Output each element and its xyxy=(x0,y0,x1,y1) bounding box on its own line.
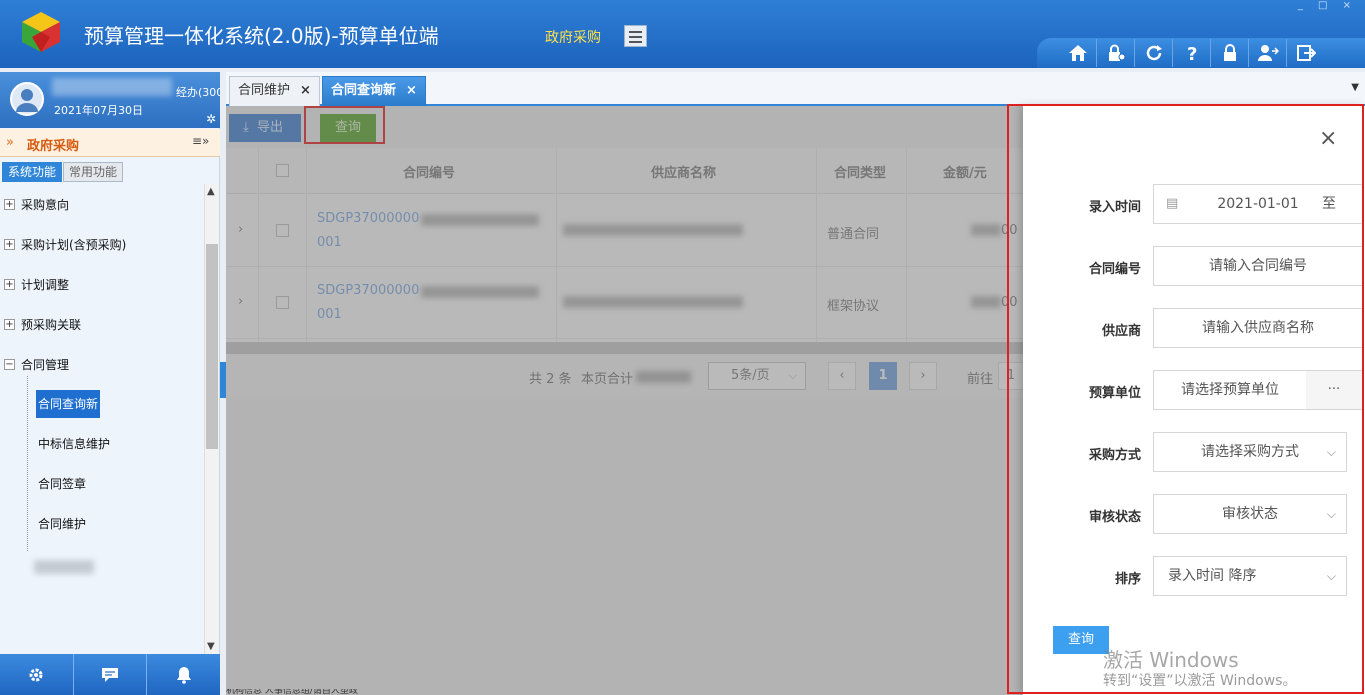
expand-icon[interactable]: + xyxy=(4,198,15,210)
budget-unit-input[interactable]: 请选择预算单位 xyxy=(1153,370,1307,410)
label-procurement-method: 采购方式 xyxy=(1088,448,1141,463)
header-toolbar: ? xyxy=(1037,38,1365,68)
app-logo xyxy=(22,12,60,52)
close-icon[interactable]: × xyxy=(1319,126,1337,151)
status-bar: 机构信息 人事信息组/请自人塑政 xyxy=(226,689,358,695)
double-chevron-icon: » xyxy=(6,135,14,150)
chevron-down-icon: ⌵ xyxy=(1326,507,1336,521)
sidebar-tabs: 系统功能 常用功能 xyxy=(2,162,124,182)
label-entry-time: 录入时间 xyxy=(1088,200,1141,215)
user-settings-icon[interactable]: ✲ xyxy=(206,112,216,126)
calendar-icon: ▤ xyxy=(1166,196,1179,211)
close-icon[interactable]: × xyxy=(406,83,417,98)
sidebar-item-contract-query-new[interactable]: 合同查询新 xyxy=(36,390,101,418)
module-link[interactable]: 政府采购 xyxy=(545,27,601,47)
page-tabbar: 合同维护 × 合同查询新 × ▼ xyxy=(226,72,1365,106)
function-tree: + 采购意向 + 采购计划(含预采购) + 计划调整 + 预采购关联 − 合同管理 合同查… xyxy=(0,184,204,654)
refresh-icon[interactable] xyxy=(1135,39,1173,67)
settings-gear-icon[interactable] xyxy=(0,654,74,695)
message-icon[interactable] xyxy=(74,654,148,695)
help-icon[interactable]: ? xyxy=(1173,39,1211,67)
sidebar: 经办(300 2021年07月30日 ✲ » 政府采购 ≡» 系统功能 常用功能… xyxy=(0,72,220,695)
label-contract-no: 合同编号 xyxy=(1088,262,1141,277)
user-panel: 经办(300 2021年07月30日 ✲ xyxy=(0,72,220,128)
tree-node-plan-adjust[interactable]: + 计划调整 xyxy=(0,274,69,294)
scroll-down-icon[interactable]: ▼ xyxy=(207,641,215,652)
tab-system-functions[interactable]: 系统功能 xyxy=(2,162,63,182)
budget-unit-picker-button[interactable]: ··· xyxy=(1306,370,1363,410)
tree-node-procurement-plan[interactable]: + 采购计划(含预采购) xyxy=(0,234,126,254)
chevron-down-icon: ⌵ xyxy=(1326,445,1336,459)
contract-no-input[interactable]: 请输入合同编号 xyxy=(1153,246,1363,286)
avatar[interactable] xyxy=(10,82,44,116)
tree-node-contract-management[interactable]: − 合同管理 xyxy=(0,354,69,374)
collapse-icon[interactable]: − xyxy=(4,358,15,370)
tree-node-procurement-intent[interactable]: + 采购意向 xyxy=(0,194,69,214)
label-budget-unit: 预算单位 xyxy=(1088,386,1141,401)
tree-connector xyxy=(27,376,28,551)
tree-node-pre-procurement[interactable]: + 预采购关联 xyxy=(0,314,81,334)
procurement-method-select[interactable]: 请选择采购方式 ⌵ xyxy=(1153,432,1347,472)
query-drawer: × 录入时间 ▤ 2021-01-01 至 合同编号 请输入合同编号 供应商 请… xyxy=(1023,106,1365,695)
scroll-thumb[interactable] xyxy=(206,244,218,449)
app-title: 预算管理一体化系统(2.0版)-预算单位端 xyxy=(84,24,439,48)
activation-watermark-hint: 转到“设置”以激活 Windows。 xyxy=(1103,673,1297,689)
lock-gear-icon[interactable] xyxy=(1097,39,1135,67)
redacted-item xyxy=(34,560,94,574)
activation-watermark-title: 激活 Windows xyxy=(1103,648,1239,672)
chevron-down-icon: ⌵ xyxy=(1326,569,1336,583)
sidebar-item-contract-signature[interactable]: 合同签章 xyxy=(38,474,86,494)
tab-contract-query-new[interactable]: 合同查询新 × xyxy=(322,76,426,106)
scroll-up-icon[interactable]: ▲ xyxy=(207,186,215,197)
expand-icon[interactable]: + xyxy=(4,318,15,330)
tab-common-functions[interactable]: 常用功能 xyxy=(63,162,124,182)
user-name-redacted xyxy=(52,78,172,96)
label-review-status: 审核状态 xyxy=(1088,510,1141,525)
sidebar-item-contract-maintain[interactable]: 合同维护 xyxy=(38,514,86,534)
user-role: 经办(300 xyxy=(176,86,220,99)
bell-icon[interactable] xyxy=(147,654,220,695)
sort-select[interactable]: 录入时间 降序 ⌵ xyxy=(1153,556,1347,596)
module-section-title: 政府采购 xyxy=(27,139,80,154)
user-switch-icon[interactable] xyxy=(1249,39,1287,67)
expand-icon[interactable]: + xyxy=(4,278,15,290)
entry-time-date-picker[interactable]: ▤ 2021-01-01 至 xyxy=(1153,184,1363,224)
module-section-header[interactable]: » 政府采购 ≡» xyxy=(0,129,220,157)
sidebar-scrollbar[interactable]: ▲ ▼ xyxy=(204,184,218,654)
review-status-select[interactable]: 审核状态 ⌵ xyxy=(1153,494,1347,534)
app-header: 预算管理一体化系统(2.0版)-预算单位端 政府采购 _ □ × ? xyxy=(0,0,1365,68)
home-icon[interactable] xyxy=(1059,39,1097,67)
lock-icon[interactable] xyxy=(1211,39,1249,67)
expand-icon[interactable]: + xyxy=(4,238,15,250)
close-icon[interactable]: × xyxy=(300,83,311,98)
user-date: 2021年07月30日 xyxy=(54,104,143,117)
exit-icon[interactable] xyxy=(1287,39,1325,67)
sidebar-item-bid-info[interactable]: 中标信息维护 xyxy=(38,434,110,454)
supplier-input[interactable]: 请输入供应商名称 xyxy=(1153,308,1363,348)
date-range-separator: 至 xyxy=(1322,196,1336,212)
svg-text:?: ? xyxy=(1187,44,1197,62)
drawer-query-button[interactable]: 查询 xyxy=(1053,626,1109,654)
window-controls[interactable]: _ □ × xyxy=(1298,0,1357,11)
section-options-icon[interactable]: ≡» xyxy=(192,134,209,148)
tab-list-dropdown-icon[interactable]: ▼ xyxy=(1351,82,1359,93)
tab-contract-maintain[interactable]: 合同维护 × xyxy=(229,76,320,106)
label-sort: 排序 xyxy=(1114,572,1141,587)
menu-toggle-button[interactable] xyxy=(624,25,647,47)
sidebar-footer xyxy=(0,654,220,695)
label-supplier: 供应商 xyxy=(1101,324,1141,339)
